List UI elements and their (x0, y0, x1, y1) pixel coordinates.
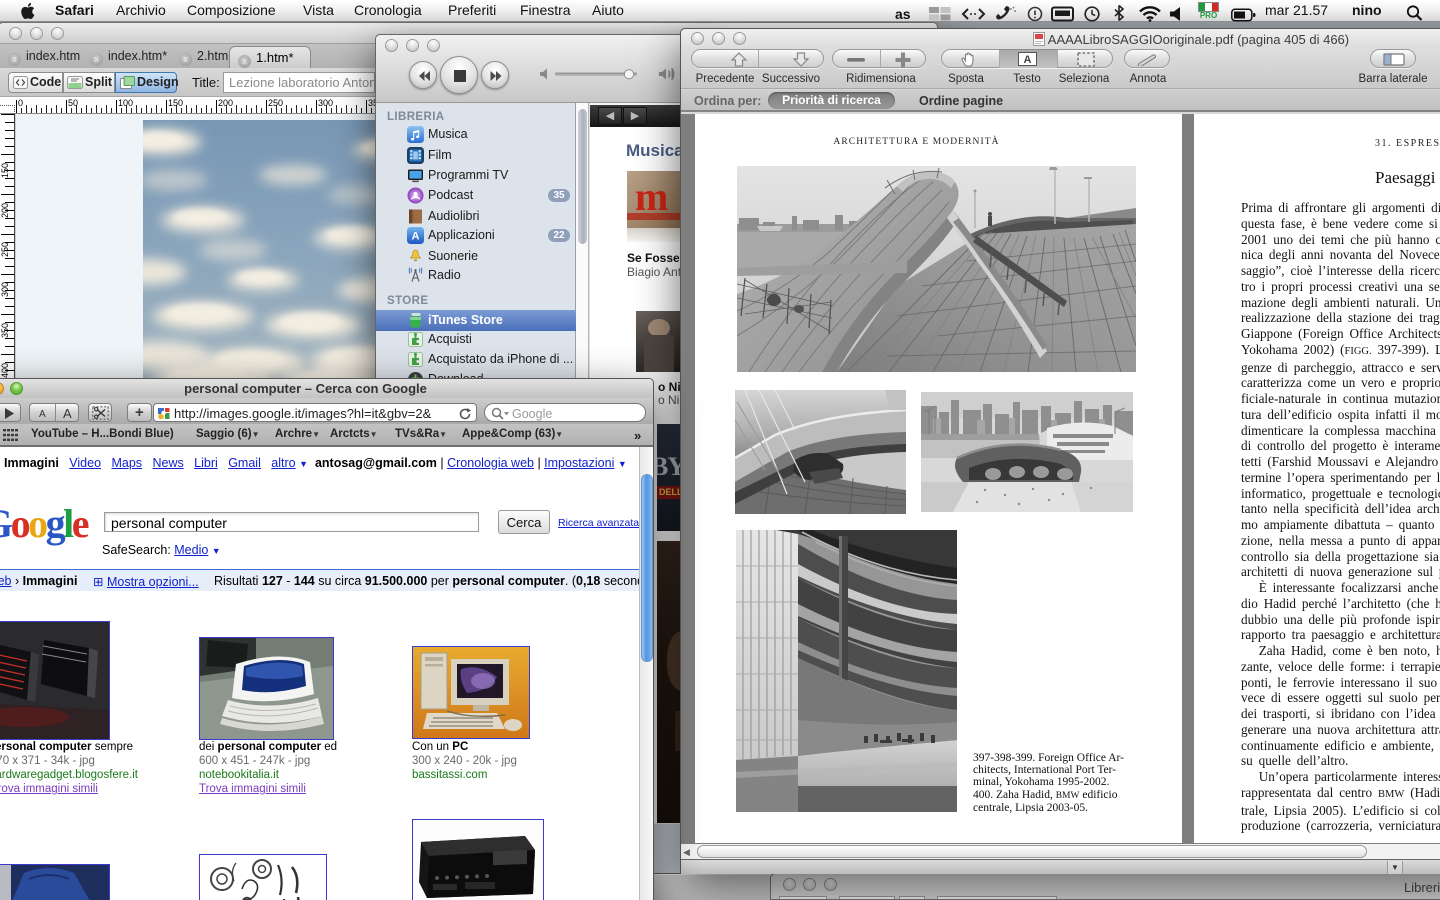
svg-text:A: A (412, 231, 420, 243)
svg-text:as: as (895, 6, 911, 22)
